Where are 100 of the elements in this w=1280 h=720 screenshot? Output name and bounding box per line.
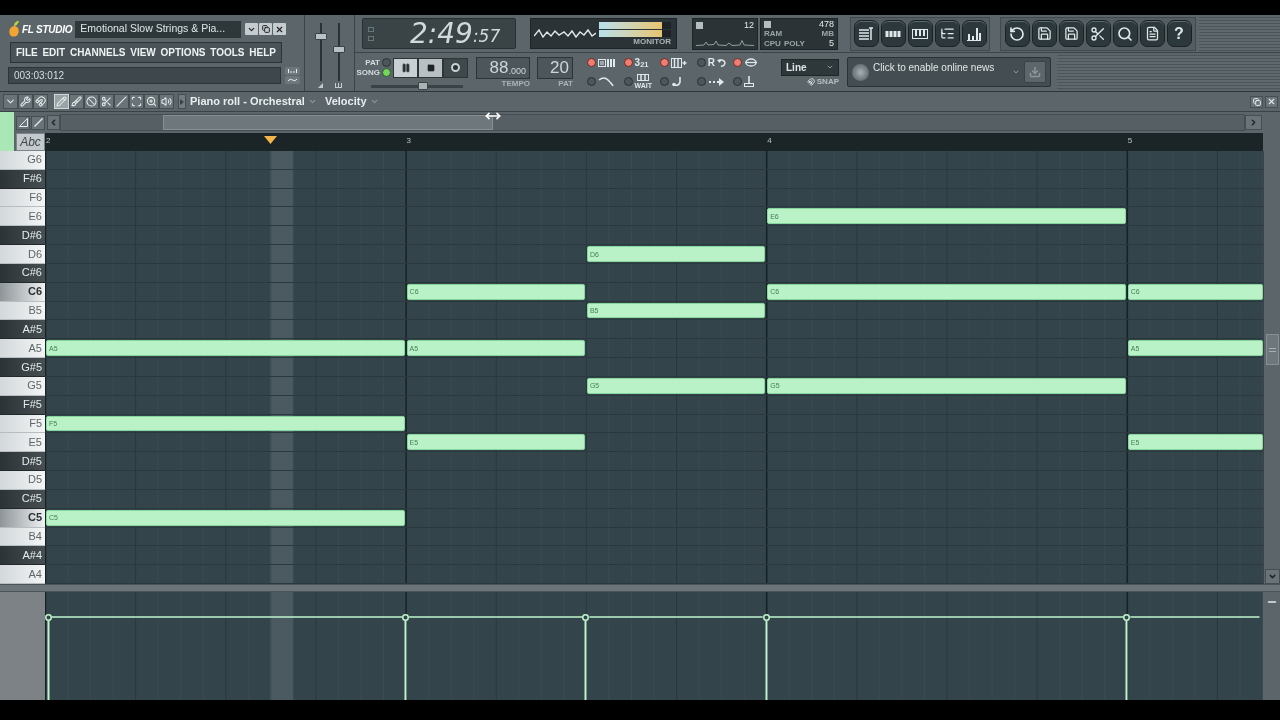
loop-arrow-icon [744,58,759,67]
position-slider[interactable] [371,84,463,88]
tool-button[interactable] [907,20,933,47]
menu-item[interactable]: OPTIONS [160,47,206,58]
piano-key[interactable]: D#6 [0,226,45,246]
tool-button[interactable] [84,94,99,109]
piano-key[interactable]: A#4 [0,546,45,566]
line-button[interactable] [31,115,45,130]
pause-button[interactable] [393,57,418,78]
tool-button[interactable] [961,20,987,47]
scroll-left-button[interactable] [47,115,60,130]
restore-button[interactable] [1250,95,1263,108]
small-button[interactable] [285,76,300,84]
ram-label: RAM [764,29,783,38]
poly-value: 5 [829,38,834,48]
minimize-button[interactable] [245,23,259,35]
scroll-down-button[interactable] [1264,569,1280,584]
piano-key[interactable]: G6 [0,151,45,170]
tool-button[interactable] [99,94,114,109]
tee-icon [744,76,755,87]
pitch-slider[interactable] [332,23,345,81]
mode-radio[interactable]: SONG [356,68,391,77]
slider-thumb[interactable] [332,45,345,53]
scissors-icon [1090,25,1106,42]
tool-button[interactable] [144,94,159,109]
position-marker-icon[interactable] [263,136,277,144]
piano-key[interactable]: D5 [0,471,45,490]
tool-button[interactable]: ? [1166,20,1192,47]
record-button[interactable] [443,57,468,78]
tree-list-icon [939,26,955,41]
velocity-stem[interactable] [45,613,52,700]
menu-item[interactable]: EDIT [42,47,66,58]
stop-icon [426,63,435,72]
slider-thumb[interactable] [417,81,428,90]
piano-key[interactable]: E6 [0,207,45,227]
vertical-scrollbar[interactable] [1263,151,1280,584]
tool-button[interactable] [1004,20,1030,47]
monitor-label: MONITOR [633,37,671,46]
velocity-stem[interactable] [582,613,590,700]
pattern-display[interactable]: 20 [537,56,573,79]
tool-button[interactable] [1139,20,1165,47]
tempo-display[interactable]: 88.000 [476,56,530,79]
bar-number: 3 [406,137,412,145]
tool-button[interactable] [18,94,33,109]
tool-button[interactable] [1058,20,1084,47]
square-icon [368,35,374,41]
piano-key[interactable]: D6 [0,245,45,264]
tool-button[interactable] [1085,20,1111,47]
tool-button[interactable] [1112,20,1138,47]
caret-icon [1012,68,1020,76]
tool-button[interactable] [69,94,84,109]
magnifier-icon [1117,25,1133,42]
tool-button[interactable] [114,94,129,109]
target-dropdown[interactable]: Velocity [324,93,379,110]
rotate-icon [1009,25,1025,42]
tool-button[interactable] [880,20,906,47]
title-dropdown[interactable]: Piano roll - Orchestral [190,93,317,110]
restore-icon [261,25,270,33]
slider-thumb[interactable] [314,33,327,41]
menu-item[interactable]: FILE [16,47,38,58]
tool-button[interactable] [934,20,960,47]
velocity-stem[interactable] [1123,613,1131,700]
caret-icon [826,63,834,71]
menu-item[interactable]: CHANNELS [69,47,126,58]
piano-key[interactable]: A4 [0,565,45,585]
tool-button[interactable] [129,94,144,109]
tool-button[interactable] [159,94,174,109]
scroll-thumb[interactable] [1265,334,1279,365]
velocity-stem[interactable] [762,613,770,700]
menu-item[interactable]: HELP [249,47,276,58]
piano-key[interactable]: A5 [0,339,45,359]
piano-key[interactable]: G#5 [0,358,45,377]
piano-key[interactable]: D#5 [0,452,45,472]
velocity-stem[interactable] [402,613,410,700]
snap-dropdown[interactable]: Line [781,58,839,76]
scroll-thumb[interactable] [163,115,493,130]
piano-key[interactable]: A#5 [0,320,45,340]
close-button[interactable] [1265,95,1278,108]
velocity-pane[interactable] [45,592,1263,700]
toggle-button[interactable]: 3$_{21}$ [623,55,661,70]
ramp-button[interactable] [16,115,30,130]
tool-button[interactable] [33,94,48,109]
mode-radio[interactable]: PAT [365,58,391,67]
menu-item[interactable]: VIEW [130,47,156,58]
color-strip [0,112,14,151]
cpu-graph-drawing [696,39,754,46]
menu-item[interactable]: TOOLS [210,47,245,58]
curve-icon [598,76,614,87]
stop-button[interactable] [418,57,443,78]
volume-slider[interactable] [314,23,327,81]
piano-key[interactable]: E5 [0,433,45,453]
tool-button[interactable] [853,20,879,47]
restore-button[interactable] [259,23,273,35]
tool-button[interactable] [1031,20,1057,47]
download-button[interactable] [1024,61,1046,83]
floppy-icon [1036,26,1052,41]
toggle-button[interactable]: R [696,55,734,70]
close-button[interactable] [273,23,287,35]
small-button[interactable] [285,67,300,75]
abc-button[interactable]: Abc [16,133,45,151]
